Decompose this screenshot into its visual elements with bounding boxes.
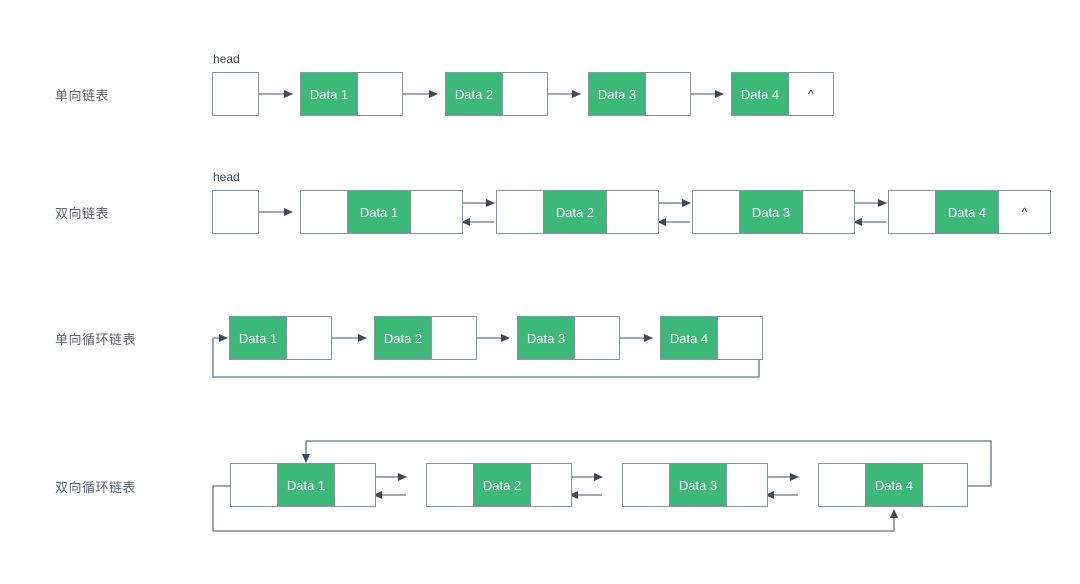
head-box-row1 [212,72,259,116]
node-next-cell [530,463,572,507]
node-prev-cell [818,463,866,507]
node-data-cell: Data 1 [347,190,411,234]
head-label-row1: head [213,52,240,66]
row-label-singly-circular-linked-list: 单向循环链表 [55,332,137,347]
node-prev-cell [622,463,670,507]
node-pointer-cell [645,72,691,116]
node-next-cell [802,190,855,234]
node-prev-cell [230,463,278,507]
node-prev-cell [300,190,348,234]
node-data-cell: Data 3 [517,316,575,360]
node-pointer-cell [286,316,332,360]
node-data-cell: Data 2 [374,316,432,360]
node-data-cell: Data 4 [865,463,923,507]
node-null-pointer-cell: ^ [788,72,834,116]
node-data-cell: Data 1 [300,72,358,116]
node-data-cell: Data 3 [588,72,646,116]
node-data-cell: Data 4 [935,190,999,234]
node-data-cell: Data 2 [543,190,607,234]
node-pointer-cell [574,316,620,360]
row-label-doubly-circular-linked-list: 双向循环链表 [55,480,137,495]
node-data-cell: Data 3 [669,463,727,507]
node-data-cell: Data 2 [445,72,503,116]
diagram-canvas: 单向链表 head Data 1 Data 2 Data 3 Data 4 ^ … [0,0,1080,584]
node-next-cell [334,463,376,507]
node-data-cell: Data 1 [277,463,335,507]
node-pointer-cell [431,316,477,360]
node-next-cell [726,463,768,507]
node-prev-cell [426,463,474,507]
node-prev-cell [692,190,740,234]
row-label-doubly-linked-list: 双向链表 [55,206,110,221]
node-data-cell: Data 1 [229,316,287,360]
node-next-cell [410,190,463,234]
node-data-cell: Data 4 [731,72,789,116]
node-pointer-cell [717,316,763,360]
node-data-cell: Data 2 [473,463,531,507]
node-null-next-cell: ^ [998,190,1051,234]
row-label-singly-linked-list: 单向链表 [55,88,110,103]
node-pointer-cell [502,72,548,116]
head-label-row2: head [213,170,240,184]
node-data-cell: Data 3 [739,190,803,234]
node-data-cell: Data 4 [660,316,718,360]
head-box-row2 [212,190,259,234]
node-pointer-cell [357,72,403,116]
node-next-cell [922,463,968,507]
node-prev-cell [496,190,544,234]
node-prev-cell [888,190,936,234]
node-next-cell [606,190,659,234]
